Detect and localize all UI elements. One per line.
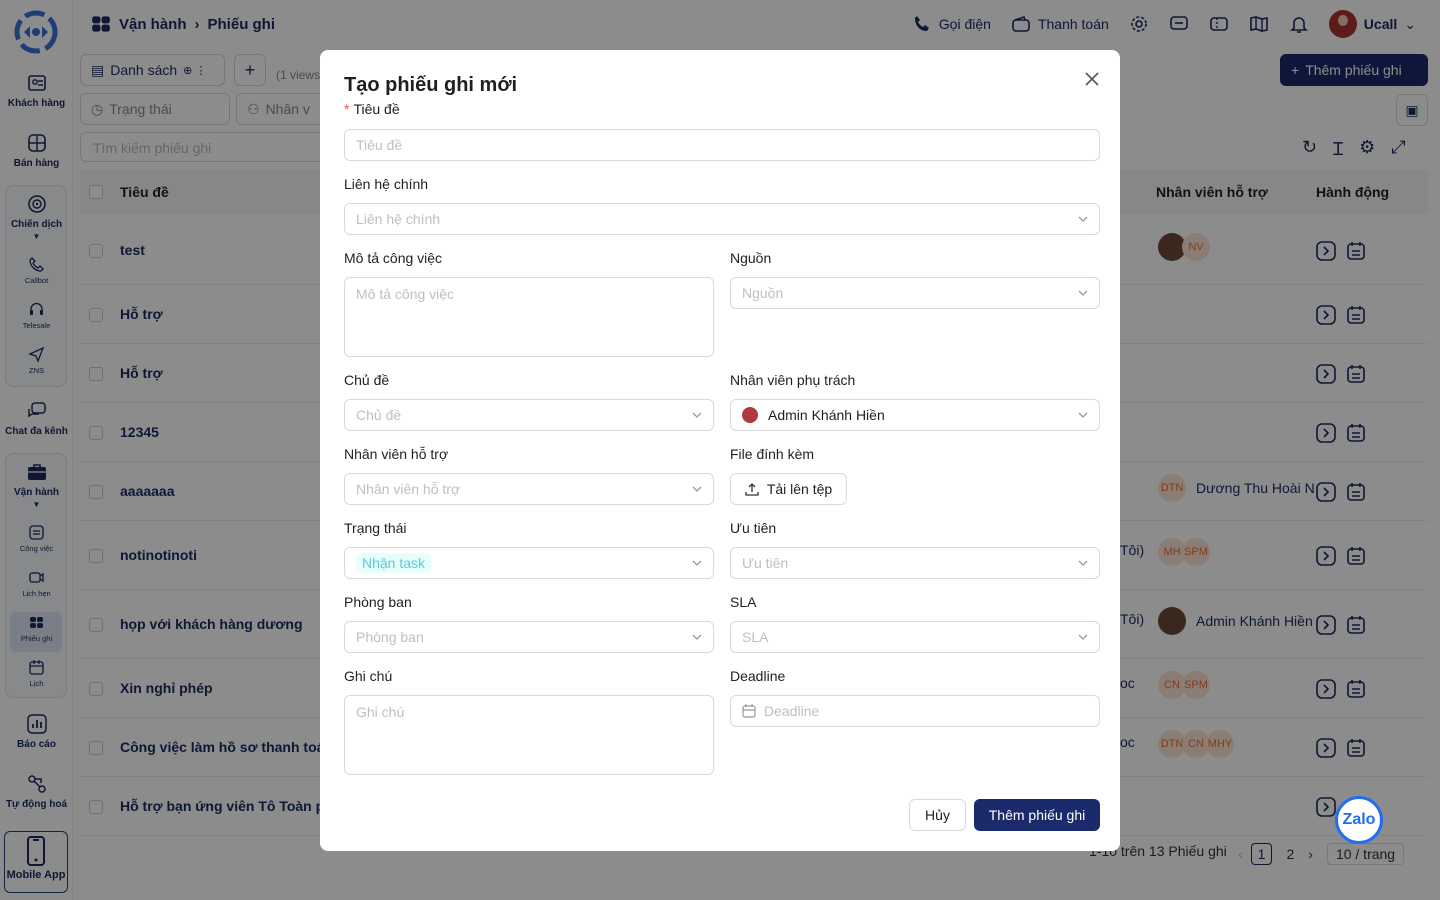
support-placeholder: Nhân viên hỗ trợ [356, 481, 461, 497]
owner-select[interactable]: Admin Khánh Hiền [730, 399, 1100, 431]
source-label: Nguồn [730, 250, 772, 266]
submit-button[interactable]: Thêm phiếu ghi [974, 799, 1100, 831]
calendar-icon [742, 704, 756, 718]
department-placeholder: Phòng ban [356, 629, 424, 645]
upload-button[interactable]: Tải lên tệp [730, 473, 847, 505]
chevron-down-icon [1078, 634, 1088, 640]
chevron-down-icon [692, 634, 702, 640]
zalo-chat-button[interactable]: Zalo [1335, 796, 1383, 844]
priority-placeholder: Ưu tiên [742, 555, 789, 571]
status-tag: Nhận task [356, 553, 432, 573]
chevron-down-icon [1078, 560, 1088, 566]
contact-select[interactable]: Liên hệ chính [344, 203, 1100, 235]
required-mark: * [344, 101, 350, 117]
chevron-down-icon [1078, 412, 1088, 418]
modal-title: Tạo phiếu ghi mới [344, 74, 518, 96]
priority-label: Ưu tiên [730, 520, 777, 536]
chevron-down-icon [1078, 290, 1088, 296]
topic-placeholder: Chủ đề [356, 407, 402, 423]
deadline-placeholder: Deadline [764, 703, 820, 719]
owner-value: Admin Khánh Hiền [768, 407, 885, 423]
deadline-label: Deadline [730, 668, 786, 684]
support-label: Nhân viên hỗ trợ [344, 446, 449, 462]
topic-label: Chủ đề [344, 372, 390, 388]
owner-label: Nhân viên phụ trách [730, 372, 856, 388]
title-label-text: Tiêu đề [353, 101, 400, 117]
status-select[interactable]: Nhận task [344, 547, 714, 579]
sla-label: SLA [730, 594, 757, 610]
topic-select[interactable]: Chủ đề [344, 399, 714, 431]
contact-placeholder: Liên hệ chính [356, 211, 441, 227]
note-textarea[interactable]: Ghi chú [344, 695, 714, 775]
description-label: Mô tả công việc [344, 250, 443, 266]
title-label: * Tiêu đề [344, 101, 400, 117]
note-label: Ghi chú [344, 668, 393, 684]
upload-icon [745, 483, 759, 496]
chevron-down-icon [692, 486, 702, 492]
cancel-button[interactable]: Hủy [909, 799, 966, 831]
department-select[interactable]: Phòng ban [344, 621, 714, 653]
contact-label: Liên hệ chính [344, 176, 429, 192]
department-label: Phòng ban [344, 594, 412, 610]
sla-placeholder: SLA [742, 629, 769, 645]
create-ticket-modal: Tạo phiếu ghi mới * Tiêu đề Tiêu đề Liên … [320, 50, 1120, 851]
close-icon[interactable] [1082, 69, 1102, 89]
chevron-down-icon [692, 412, 702, 418]
attachment-label: File đính kèm [730, 446, 815, 462]
support-select[interactable]: Nhân viên hỗ trợ [344, 473, 714, 505]
deadline-picker[interactable]: Deadline [730, 695, 1100, 727]
chevron-down-icon [692, 560, 702, 566]
priority-select[interactable]: Ưu tiên [730, 547, 1100, 579]
chevron-down-icon [1078, 216, 1088, 222]
sla-select[interactable]: SLA [730, 621, 1100, 653]
upload-label: Tải lên tệp [766, 481, 833, 497]
status-label: Trạng thái [344, 520, 407, 536]
source-placeholder: Nguồn [742, 285, 784, 301]
avatar [742, 407, 758, 423]
description-textarea[interactable]: Mô tả công việc [344, 277, 714, 357]
source-select[interactable]: Nguồn [730, 277, 1100, 309]
title-input[interactable]: Tiêu đề [344, 129, 1100, 161]
